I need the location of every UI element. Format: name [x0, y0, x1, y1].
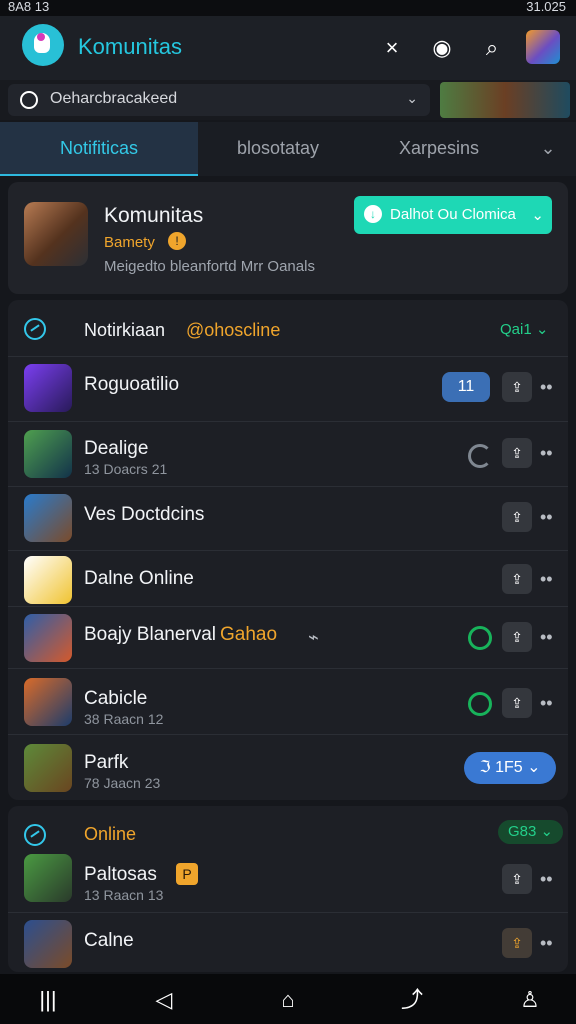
green-brown-icon [24, 854, 72, 902]
status-bar: 8A8 13 31.025 [0, 0, 576, 16]
tab-history[interactable]: blosotatay [198, 122, 358, 174]
community-action-button[interactable]: ↓ Dalhot Ou Clomica ⌄ [354, 196, 552, 234]
community-selector[interactable]: Oeharcbracakeed ⌄ [8, 84, 430, 116]
home-icon[interactable]: ⌂ [270, 986, 306, 1014]
brown-game-icon [24, 678, 72, 726]
close-icon[interactable]: × [378, 34, 406, 62]
section-icon [24, 318, 46, 340]
profile-avatar[interactable] [526, 30, 560, 64]
list-item-title: Dealige [84, 438, 149, 459]
row-divider [8, 486, 568, 487]
section-accent: @ohoscline [186, 320, 281, 340]
flag-icon: P [176, 863, 198, 885]
share-button[interactable]: ⇪ [502, 564, 532, 594]
online-section-icon [24, 824, 46, 846]
section-title: Notirkiaan [84, 320, 166, 340]
share-button[interactable]: ⇪ [502, 372, 532, 402]
share-button[interactable]: ⇪ [502, 502, 532, 532]
row-divider [8, 912, 568, 913]
list-item-subtitle: 13 Raacn 13 [84, 887, 164, 903]
community-subtitle: Bamety [104, 234, 155, 251]
list-item-accent: Gahao [220, 624, 278, 645]
share-button[interactable]: ⇪ [502, 864, 532, 894]
community-title: Komunitas [104, 204, 204, 227]
row-divider [8, 356, 568, 357]
download-icon: ↓ [364, 205, 382, 223]
search-icon[interactable]: ⌕ [478, 34, 506, 62]
count-badge: 11 [442, 372, 490, 402]
row-divider [8, 550, 568, 551]
back-icon[interactable]: ◁ [146, 986, 182, 1014]
blue-orange-icon [24, 920, 72, 968]
online-section-title: Online [84, 824, 137, 844]
tab-bar: Notifiticas blosotatay Xarpesins ⌄ [0, 122, 576, 176]
community-logo-icon [22, 24, 64, 66]
list-item-subtitle: 38 Raacn 12 [84, 711, 164, 727]
more-options-icon[interactable]: •• [540, 694, 553, 712]
purple-game-icon [24, 364, 72, 412]
list-item-subtitle: 13 Doacrs 21 [84, 461, 168, 477]
section-count[interactable]: Qai1 ⌄ [500, 320, 548, 338]
tab-responses[interactable]: Xarpesins [358, 122, 520, 174]
community-action-label: Dalhot Ou Clomica [390, 206, 516, 223]
more-options-icon[interactable]: •• [540, 508, 553, 526]
tab-notifications[interactable]: Notifiticas [0, 122, 198, 176]
blue-game-icon [24, 494, 72, 542]
more-options-icon[interactable]: •• [540, 570, 553, 588]
online-status-icon [468, 626, 492, 650]
list-item-title: Parfk [84, 752, 129, 773]
recent-apps-icon[interactable]: ||| [30, 986, 66, 1014]
message-icon[interactable]: ◉ [428, 34, 456, 62]
tab-more[interactable]: ⌄ [520, 122, 576, 174]
more-options-icon[interactable]: •• [540, 870, 553, 888]
share-button[interactable]: ⇪ [502, 928, 532, 958]
list-item-title: Boajy Blanerval [84, 624, 217, 645]
share-button[interactable]: ⇪ [502, 688, 532, 718]
row-divider [8, 734, 568, 735]
more-options-icon[interactable]: •• [540, 378, 553, 396]
list-item-title: Cabicle [84, 688, 148, 709]
green-game-icon [24, 430, 72, 478]
online-count-pill[interactable]: G83 ⌄ [498, 820, 564, 844]
profile-icon[interactable]: ♙ [512, 986, 548, 1014]
page-title: Komunitas [78, 34, 182, 59]
community-avatar [24, 202, 88, 266]
share-button[interactable]: ⇪ [502, 438, 532, 468]
list-item-title: Calne [84, 930, 134, 951]
more-options-icon[interactable]: •• [540, 628, 553, 646]
thumbnail-strip [440, 82, 570, 118]
list-item-subtitle: 78 Jaacn 23 [84, 775, 161, 791]
list-item-title: Dalne Online [84, 568, 194, 589]
more-options-icon[interactable]: •• [540, 444, 553, 462]
status-right-text: 31.025 [526, 0, 566, 14]
row-divider [8, 668, 568, 669]
row-divider [8, 421, 568, 422]
white-game-icon [24, 556, 72, 604]
selector-value: Oeharcbracakeed [50, 90, 178, 107]
community-description: Meigedto bleanfortd Mrr Oanals [104, 258, 315, 275]
chevron-down-icon[interactable]: ⌄ [406, 90, 418, 107]
share-button[interactable]: ⇪ [502, 622, 532, 652]
forest-game-icon [24, 744, 72, 792]
more-inline-icon[interactable]: ⌁ [308, 628, 319, 646]
list-item-title: Roguoatilio [84, 374, 180, 395]
row-divider [8, 606, 568, 607]
status-left-text: 8A8 13 [8, 0, 50, 14]
list-item-title: Paltosas [84, 864, 157, 885]
share-nav-icon[interactable]: ⤴ [394, 986, 430, 1014]
selector-icon [20, 91, 38, 109]
list-item-title: Ves Doctdcins [84, 504, 205, 525]
sync-status-icon [468, 444, 492, 468]
warning-icon: ! [168, 232, 186, 250]
online-status-icon [468, 692, 492, 716]
orange-game-icon [24, 614, 72, 662]
status-pill[interactable]: ℑ 1F5 ⌄ [464, 752, 556, 784]
more-options-icon[interactable]: •• [540, 934, 553, 952]
chevron-down-icon: ⌄ [531, 207, 544, 224]
